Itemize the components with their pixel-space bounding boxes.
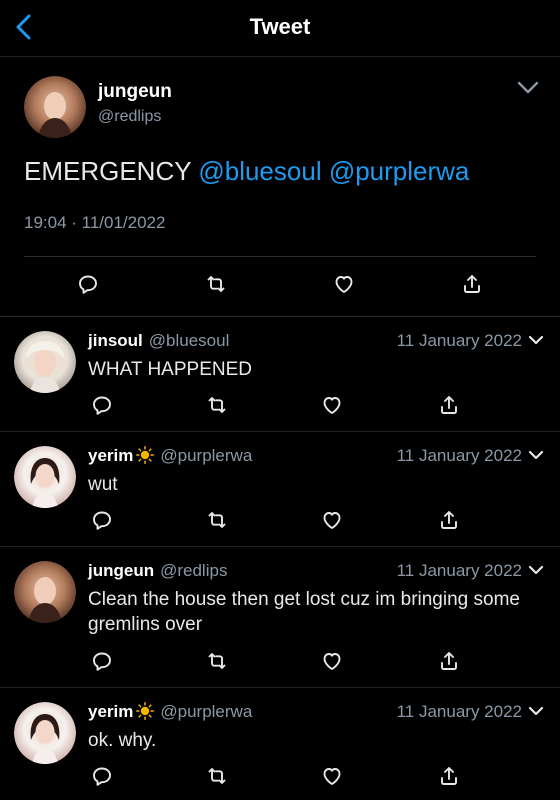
author-name[interactable]: jinsoul: [88, 331, 143, 350]
divider: [24, 256, 536, 257]
retweet-button[interactable]: [205, 393, 229, 417]
like-icon: [323, 397, 341, 414]
avatar[interactable]: [24, 76, 86, 138]
retweet-button[interactable]: [204, 272, 228, 296]
author-handle[interactable]: @redlips: [160, 561, 227, 580]
avatar[interactable]: [14, 331, 76, 393]
reply-button[interactable]: [90, 764, 114, 788]
tweet-actions: [0, 508, 560, 534]
retweet-button[interactable]: [205, 649, 229, 673]
share-button[interactable]: [437, 508, 461, 532]
main-tweet: jungeun @redlips EMERGENCY @bluesoul @pu…: [0, 56, 560, 317]
share-button[interactable]: [437, 649, 461, 673]
chevron-down-icon[interactable]: [528, 335, 544, 347]
share-button[interactable]: [437, 393, 461, 417]
share-icon: [441, 652, 457, 670]
chevron-down-icon[interactable]: [528, 450, 544, 462]
author-handle[interactable]: @bluesoul: [149, 331, 230, 350]
like-icon: [323, 768, 341, 785]
reply-icon: [93, 396, 111, 415]
retweet-icon: [208, 397, 226, 413]
share-icon: [441, 767, 457, 785]
chevron-down-icon[interactable]: [516, 80, 540, 96]
like-icon: [323, 653, 341, 670]
reply-tweet[interactable]: jinsoul @bluesoul 11 January 2022 WHAT HA…: [0, 317, 560, 432]
author-name[interactable]: jungeun: [88, 561, 154, 580]
share-icon: [464, 275, 480, 293]
tweet-actions: [0, 272, 560, 302]
reply-text: wut: [88, 474, 118, 495]
tweet-actions: [0, 649, 560, 675]
like-icon: [323, 512, 341, 529]
reply-header: yerim @purplerwa: [88, 446, 252, 466]
retweet-button[interactable]: [205, 508, 229, 532]
reply-icon: [93, 511, 111, 530]
reply-button[interactable]: [90, 508, 114, 532]
like-button[interactable]: [332, 272, 356, 296]
share-icon: [441, 511, 457, 529]
mention-link[interactable]: @bluesoul: [198, 156, 321, 186]
tweet-actions: [0, 764, 560, 790]
chevron-down-icon[interactable]: [528, 706, 544, 718]
author-handle[interactable]: @purplerwa: [160, 702, 252, 721]
tweet-text-prefix: EMERGENCY: [24, 156, 192, 186]
retweet-icon: [208, 768, 226, 784]
share-button[interactable]: [437, 764, 461, 788]
reply-icon: [79, 275, 97, 294]
retweet-icon: [208, 512, 226, 528]
nav-bar: Tweet: [0, 0, 560, 57]
retweet-icon: [208, 653, 226, 669]
reply-header: yerim @purplerwa: [88, 702, 252, 722]
like-button[interactable]: [320, 764, 344, 788]
like-button[interactable]: [320, 508, 344, 532]
mention-link[interactable]: @purplerwa: [329, 156, 470, 186]
retweet-button[interactable]: [205, 764, 229, 788]
avatar[interactable]: [14, 446, 76, 508]
chevron-down-icon[interactable]: [528, 565, 544, 577]
author-name[interactable]: yerim: [88, 446, 133, 465]
like-button[interactable]: [320, 393, 344, 417]
reply-date: 11 January 2022: [396, 331, 522, 350]
reply-button[interactable]: [76, 272, 100, 296]
share-icon: [441, 396, 457, 414]
reply-text: WHAT HAPPENED: [88, 359, 252, 380]
reply-date: 11 January 2022: [396, 561, 522, 580]
avatar[interactable]: [14, 561, 76, 623]
retweet-icon: [207, 276, 225, 292]
like-button[interactable]: [320, 649, 344, 673]
reply-header: jinsoul @bluesoul: [88, 331, 229, 351]
sun-emoji-icon: [136, 702, 155, 720]
share-button[interactable]: [460, 272, 484, 296]
author-name[interactable]: jungeun: [98, 81, 172, 103]
avatar[interactable]: [14, 702, 76, 764]
author-handle[interactable]: @purplerwa: [160, 446, 252, 465]
tweet-actions: [0, 393, 560, 419]
reply-tweet[interactable]: yerim @purplerwa 11 January 2022 wut: [0, 432, 560, 547]
tweet-timestamp[interactable]: 19:04 · 11/01/2022: [24, 213, 165, 233]
page-title: Tweet: [249, 14, 311, 39]
author-name[interactable]: yerim: [88, 702, 133, 721]
reply-text: Clean the house then get lost cuz im bri…: [88, 589, 520, 635]
like-icon: [335, 276, 353, 293]
reply-tweet[interactable]: jungeun @redlips 11 January 2022 Clean th…: [0, 547, 560, 688]
reply-tweet[interactable]: yerim @purplerwa 11 January 2022 ok. why.: [0, 688, 560, 800]
author-handle[interactable]: @redlips: [98, 108, 161, 126]
reply-date: 11 January 2022: [396, 702, 522, 721]
sun-emoji-icon: [136, 446, 155, 464]
reply-button[interactable]: [90, 393, 114, 417]
reply-date: 11 January 2022: [396, 446, 522, 465]
reply-header: jungeun @redlips: [88, 561, 227, 581]
reply-button[interactable]: [90, 649, 114, 673]
reply-icon: [93, 652, 111, 671]
reply-icon: [93, 767, 111, 786]
reply-text: ok. why.: [88, 730, 157, 751]
tweet-text: EMERGENCY @bluesoul @purplerwa: [24, 156, 469, 187]
